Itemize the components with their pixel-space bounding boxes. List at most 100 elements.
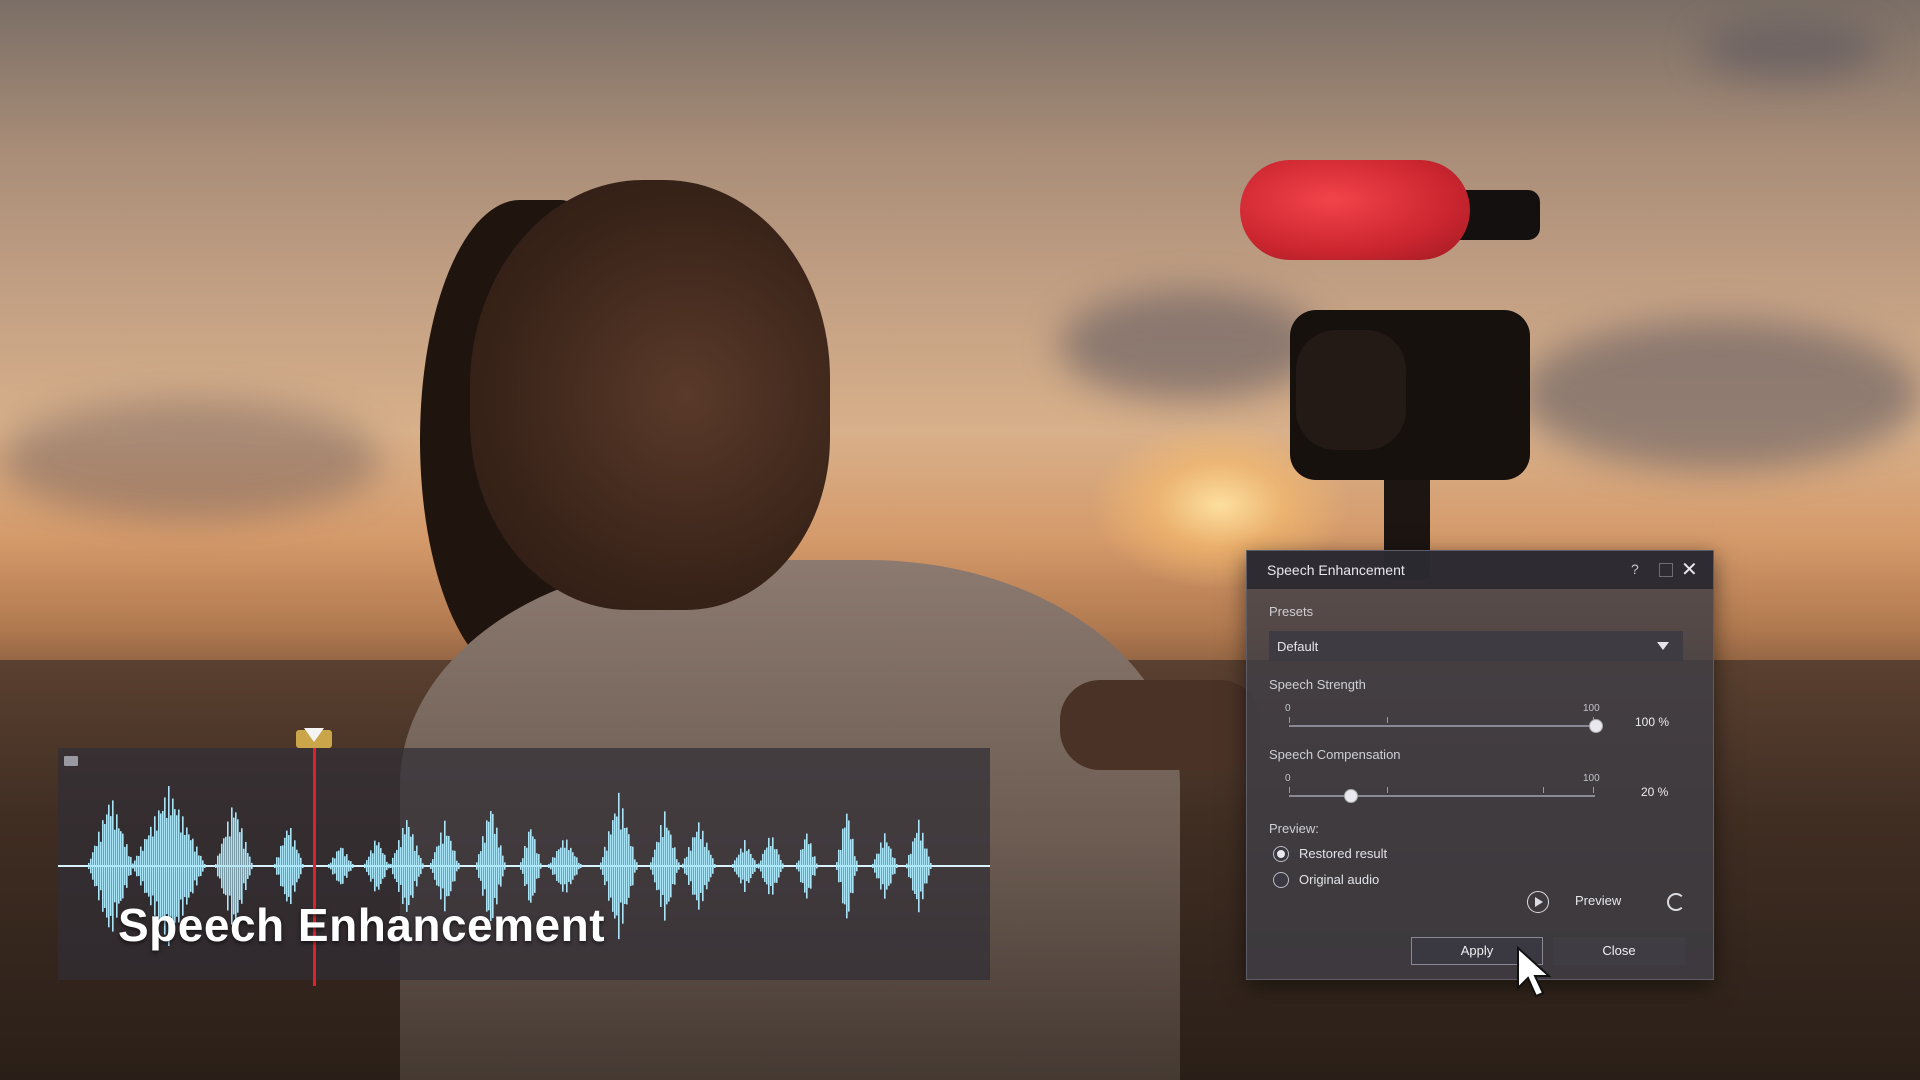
waveform-peak <box>618 792 620 940</box>
waveform-peak <box>239 832 241 900</box>
waveform-peak <box>290 827 292 905</box>
waveform-peak <box>816 863 818 869</box>
waveform-peak <box>190 840 192 892</box>
waveform-peak <box>442 843 444 889</box>
help-icon[interactable]: ? <box>1631 561 1639 577</box>
waveform-peak <box>800 849 802 883</box>
waveform-peak <box>196 846 198 886</box>
waveform-peak <box>122 833 124 899</box>
waveform-peak <box>874 859 876 873</box>
waveform-peak <box>880 842 882 890</box>
waveform-peak <box>688 847 690 885</box>
waveform-peak <box>846 813 848 919</box>
speech-compensation-slider[interactable] <box>1344 789 1359 803</box>
waveform-peak <box>774 849 776 883</box>
maximize-icon[interactable] <box>1659 563 1673 577</box>
cloud <box>1060 290 1320 400</box>
waveform-peak <box>276 857 278 875</box>
waveform-peak <box>386 861 388 871</box>
waveform-peak <box>878 853 880 879</box>
preview-button[interactable]: Preview <box>1575 893 1621 908</box>
waveform-peak <box>404 834 406 898</box>
waveform-peak <box>138 855 140 877</box>
waveform-peak <box>494 833 496 899</box>
tick-mark <box>1387 787 1388 793</box>
waveform-peak <box>918 819 920 913</box>
waveform-peak <box>498 847 500 885</box>
tick-mark <box>1543 787 1544 793</box>
waveform-peak <box>564 847 566 885</box>
close-icon[interactable]: ✕ <box>1681 557 1698 582</box>
waveform-peak <box>102 820 104 912</box>
waveform-peak <box>458 862 460 870</box>
close-button[interactable]: Close <box>1553 937 1685 965</box>
waveform-peak <box>626 827 628 905</box>
speech-compensation-track[interactable] <box>1289 795 1595 797</box>
waveform-peak <box>446 835 448 897</box>
waveform-peak <box>450 840 452 892</box>
waveform-peak <box>658 842 660 890</box>
waveform-peak <box>98 831 100 901</box>
waveform-peak <box>536 853 538 879</box>
waveform-peak <box>628 834 630 898</box>
waveform-peak <box>188 834 190 898</box>
waveform-peak <box>600 862 602 870</box>
waveform-peak <box>219 853 221 879</box>
tick-mark <box>1289 787 1290 793</box>
presets-dropdown[interactable]: Default <box>1269 631 1683 661</box>
waveform-peak <box>104 824 106 908</box>
waveform-peak <box>750 853 752 879</box>
waveform-peak <box>702 830 704 902</box>
waveform-peak <box>548 864 550 868</box>
original-audio-label[interactable]: Original audio <box>1299 872 1379 887</box>
waveform-peak <box>574 856 576 876</box>
waveform-peak <box>782 863 784 869</box>
waveform-peak <box>734 860 736 872</box>
waveform-peak <box>292 846 294 886</box>
waveform-peak <box>568 850 570 882</box>
waveform-peak <box>334 858 336 874</box>
waveform-peak <box>654 849 656 883</box>
waveform-peak <box>184 834 186 898</box>
waveform-peak <box>241 828 243 904</box>
waveform-peak <box>636 862 638 870</box>
waveform-peak <box>350 861 352 871</box>
playhead-handle[interactable] <box>304 728 324 742</box>
speech-compensation-min: 0 <box>1285 773 1291 784</box>
waveform-peak <box>888 846 890 886</box>
play-icon[interactable] <box>1527 891 1549 913</box>
waveform-peak <box>808 844 810 888</box>
waveform-peak <box>736 857 738 875</box>
waveform-peak <box>382 853 384 879</box>
waveform-peak <box>370 850 372 882</box>
waveform-peak <box>251 862 253 870</box>
waveform-peak <box>302 863 304 869</box>
speech-strength-slider[interactable] <box>1589 719 1603 733</box>
waveform-peak <box>770 846 772 886</box>
waveform-peak <box>660 825 662 907</box>
radio-original-audio[interactable] <box>1273 872 1289 888</box>
waveform-peak <box>118 828 120 904</box>
waveform-peak <box>710 854 712 878</box>
speech-strength-track[interactable] <box>1289 725 1595 727</box>
waveform-peak <box>88 862 90 870</box>
waveform-peak <box>706 842 708 890</box>
waveform-peak <box>286 830 288 902</box>
waveform-peak <box>336 851 338 881</box>
cloud <box>1520 320 1920 470</box>
waveform-peak <box>215 863 217 869</box>
person-arm <box>1060 680 1260 770</box>
waveform-peak <box>652 857 654 875</box>
waveform-peak <box>906 863 908 869</box>
refresh-icon[interactable] <box>1667 893 1685 911</box>
waveform-peak <box>344 856 346 876</box>
radio-restored-result[interactable] <box>1273 846 1289 862</box>
waveform-peak <box>530 829 532 903</box>
waveform-peak <box>664 811 666 921</box>
waveform-peak <box>760 860 762 872</box>
waveform-peak <box>836 862 838 870</box>
dialog-titlebar: Speech Enhancement ? ✕ <box>1247 551 1713 589</box>
restored-result-label[interactable]: Restored result <box>1299 846 1387 861</box>
waveform-peak <box>852 838 854 894</box>
waveform-peak <box>496 827 498 905</box>
